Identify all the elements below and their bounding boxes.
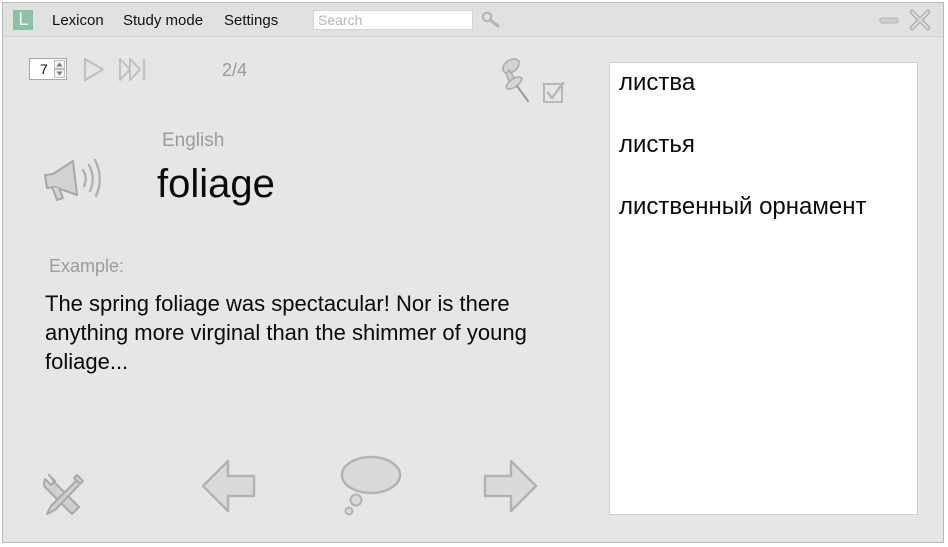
card-counter: 2/4: [222, 60, 248, 80]
example-label: Example:: [49, 256, 125, 276]
stepper-up-button[interactable]: [54, 60, 65, 69]
back-arrow-icon[interactable]: [198, 455, 260, 517]
translation-item: листья: [619, 131, 695, 158]
menu-lexicon[interactable]: Lexicon: [52, 12, 104, 29]
app-logo-icon[interactable]: L: [13, 10, 33, 30]
tools-icon[interactable]: [39, 469, 89, 519]
menu-study-mode[interactable]: Study mode: [123, 12, 203, 29]
translation-item: листва: [619, 69, 696, 96]
title-bar: L Lexicon Study mode Settings: [3, 3, 943, 37]
search-input[interactable]: [313, 10, 473, 30]
close-icon[interactable]: [909, 9, 931, 31]
app-window: L Lexicon Study mode Settings 7 2/4: [2, 2, 944, 543]
forward-arrow-icon[interactable]: [479, 455, 541, 517]
source-language-label: English: [162, 130, 225, 151]
minimize-icon[interactable]: [879, 13, 899, 27]
stepper-down-button[interactable]: [54, 69, 65, 78]
translations-panel: листва листья лиственный орнамент: [609, 62, 918, 515]
example-text: The spring foliage was spectacular! Nor …: [45, 291, 527, 374]
translation-item: лиственный орнамент: [619, 193, 867, 220]
current-word: foliage: [157, 162, 275, 206]
checkbox-icon[interactable]: [542, 80, 566, 104]
interval-stepper[interactable]: 7: [29, 58, 67, 80]
play-icon[interactable]: [82, 56, 106, 83]
interval-value: 7: [40, 61, 48, 77]
menu-settings[interactable]: Settings: [224, 12, 278, 29]
search-icon[interactable]: [481, 11, 501, 29]
speaker-icon[interactable]: [39, 153, 105, 207]
speech-bubble-icon[interactable]: [337, 453, 403, 517]
pin-icon[interactable]: [495, 55, 533, 105]
skip-to-end-icon[interactable]: [118, 56, 148, 83]
